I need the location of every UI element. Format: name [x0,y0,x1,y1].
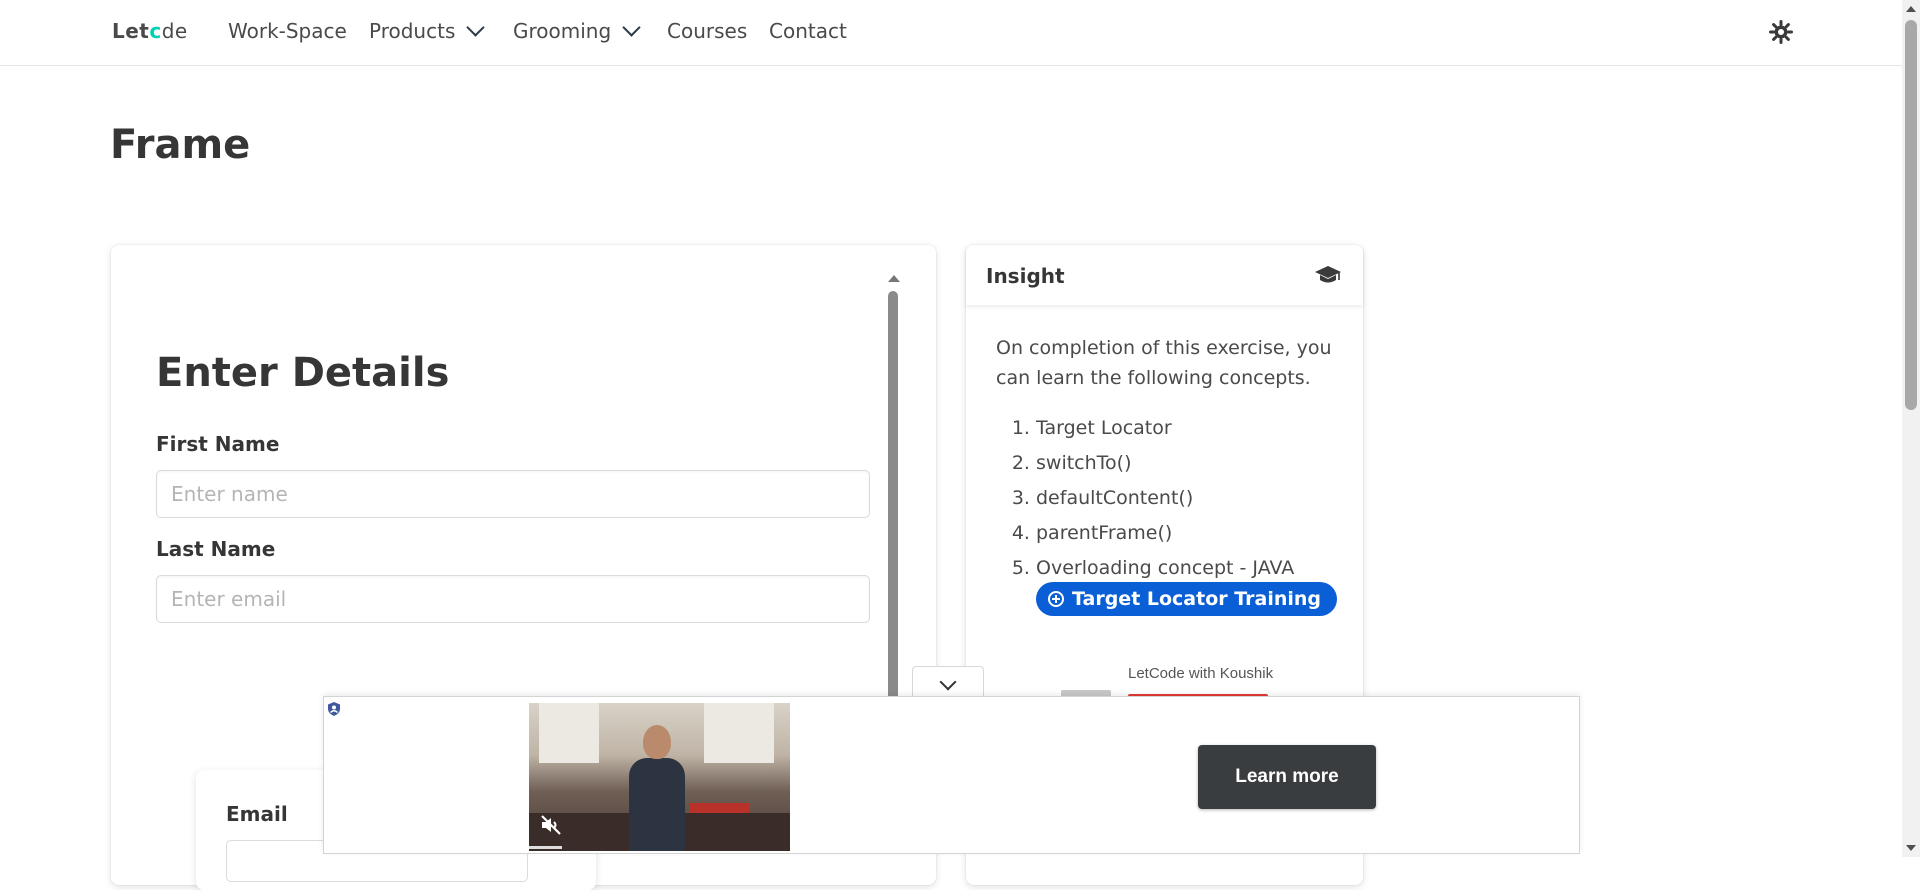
navbar: Letcde Work-Space Products Grooming Cour… [0,0,1902,66]
muted-speaker-icon[interactable] [539,813,563,837]
nav-workspace[interactable]: Work-Space [228,19,347,43]
brand-logo[interactable]: Letcde [112,19,188,43]
insight-header: Insight [966,245,1363,305]
scroll-up-arrow-icon[interactable] [888,275,900,282]
ad-banner: Learn more [323,696,1580,854]
first-name-label: First Name [156,432,280,456]
chevron-down-icon [466,17,486,37]
chevron-down-icon [939,673,957,691]
page-title: Frame [110,122,251,168]
concept-list: Target Locator switchTo() defaultContent… [996,411,1294,586]
nav-courses[interactable]: Courses [667,19,747,43]
video-person [629,758,685,851]
last-name-input[interactable] [156,575,870,623]
sun-gear-icon[interactable] [1769,20,1793,44]
form-heading: Enter Details [156,350,450,396]
insight-description: On completion of this exercise, you can … [996,337,1332,389]
list-item: defaultContent() [1036,481,1294,516]
target-locator-training-button[interactable]: Target Locator Training [1036,582,1337,616]
page-scrollbar[interactable] [1902,0,1920,857]
insight-title: Insight [986,264,1065,288]
video-channel-name[interactable]: LetCode with Koushik [1128,665,1273,682]
video-progress-bar [529,846,562,849]
brand-text-c: c [149,19,162,43]
plus-circle-icon [1048,591,1064,607]
last-name-label: Last Name [156,537,276,561]
ad-choices-icon[interactable] [326,701,342,717]
brand-text-de: de [161,19,188,43]
list-item: parentFrame() [1036,516,1294,551]
first-name-input[interactable] [156,470,870,518]
nav-products-label: Products [369,19,456,43]
brand-text-let: Let [112,19,150,43]
frame-scrollbar-thumb[interactable] [888,291,898,711]
scroll-up-arrow-icon[interactable] [1906,6,1916,12]
email-label: Email [226,802,288,826]
list-item: Overloading concept - JAVA [1036,551,1294,586]
nav-products[interactable]: Products [369,17,486,43]
graduation-cap-icon [1315,266,1341,283]
nav-grooming[interactable]: Grooming [513,17,641,43]
list-item: Target Locator [1036,411,1294,446]
page-scrollbar-thumb[interactable] [1905,20,1917,410]
training-button-label: Target Locator Training [1072,588,1321,610]
ad-video-player[interactable] [529,703,790,851]
nav-contact[interactable]: Contact [769,19,847,43]
list-item: switchTo() [1036,446,1294,481]
learn-more-button[interactable]: Learn more [1198,745,1376,809]
scroll-down-arrow-icon[interactable] [1906,845,1916,851]
chevron-down-icon [622,17,641,37]
nav-grooming-label: Grooming [513,19,612,43]
